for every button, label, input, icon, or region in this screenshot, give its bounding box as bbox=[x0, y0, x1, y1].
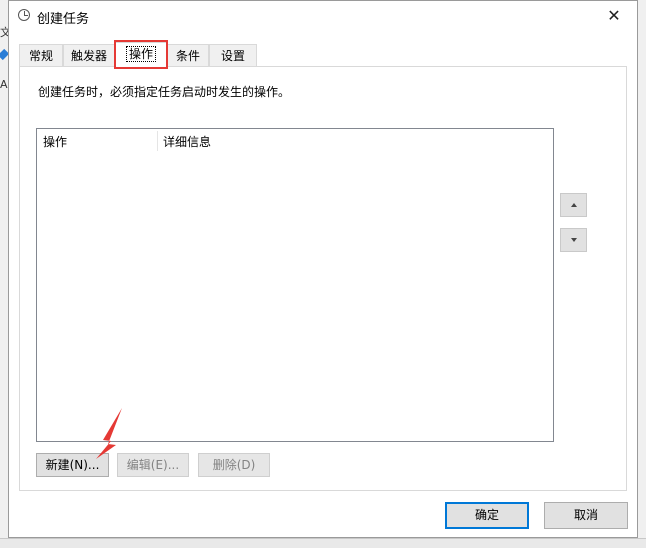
tab-label: 条件 bbox=[175, 49, 200, 63]
column-header-details[interactable]: 详细信息 bbox=[163, 133, 211, 150]
tab-label: 操作 bbox=[125, 46, 156, 62]
close-button[interactable]: ✕ bbox=[591, 1, 637, 31]
background-text-fragment: A bbox=[0, 78, 8, 91]
tab-actions[interactable]: 操作 bbox=[115, 42, 167, 67]
tab-conditions[interactable]: 条件 bbox=[167, 44, 209, 66]
actions-description: 创建任务时，必须指定任务启动时发生的操作。 bbox=[38, 85, 291, 99]
delete-action-button[interactable]: 删除(D) bbox=[198, 453, 270, 477]
title-bar: 创建任务 ✕ bbox=[9, 1, 637, 31]
tab-label: 常规 bbox=[28, 49, 53, 63]
ok-button[interactable]: 确定 bbox=[445, 502, 529, 529]
triangle-up-icon bbox=[571, 203, 577, 207]
tab-label: 设置 bbox=[220, 49, 245, 63]
triangle-down-icon bbox=[571, 238, 577, 242]
background-window-left: 文 A bbox=[0, 0, 11, 547]
move-down-button[interactable] bbox=[560, 228, 587, 252]
cancel-button[interactable]: 取消 bbox=[544, 502, 628, 529]
edit-action-button[interactable]: 编辑(E)... bbox=[117, 453, 189, 477]
clock-icon bbox=[18, 9, 30, 21]
window-title: 创建任务 bbox=[37, 12, 90, 27]
tab-triggers[interactable]: 触发器 bbox=[63, 44, 115, 66]
create-task-dialog: 创建任务 ✕ 常规 触发器 操作 条件 设置 创建任务时，必须指定任务启动时发生… bbox=[8, 0, 638, 538]
background-text-fragment: 文 bbox=[0, 26, 11, 39]
tab-general[interactable]: 常规 bbox=[19, 44, 63, 66]
background-window-right bbox=[638, 0, 646, 547]
actions-tab-panel: 创建任务时，必须指定任务启动时发生的操作。 操作 详细信息 新建(N)... 编… bbox=[19, 66, 627, 491]
column-header-action[interactable]: 操作 bbox=[43, 133, 67, 150]
move-up-button[interactable] bbox=[560, 193, 587, 217]
tab-settings[interactable]: 设置 bbox=[209, 44, 257, 66]
new-action-button[interactable]: 新建(N)... bbox=[36, 453, 109, 477]
column-divider[interactable] bbox=[157, 131, 158, 151]
tab-label: 触发器 bbox=[70, 49, 107, 63]
actions-list[interactable]: 操作 详细信息 bbox=[36, 128, 554, 442]
